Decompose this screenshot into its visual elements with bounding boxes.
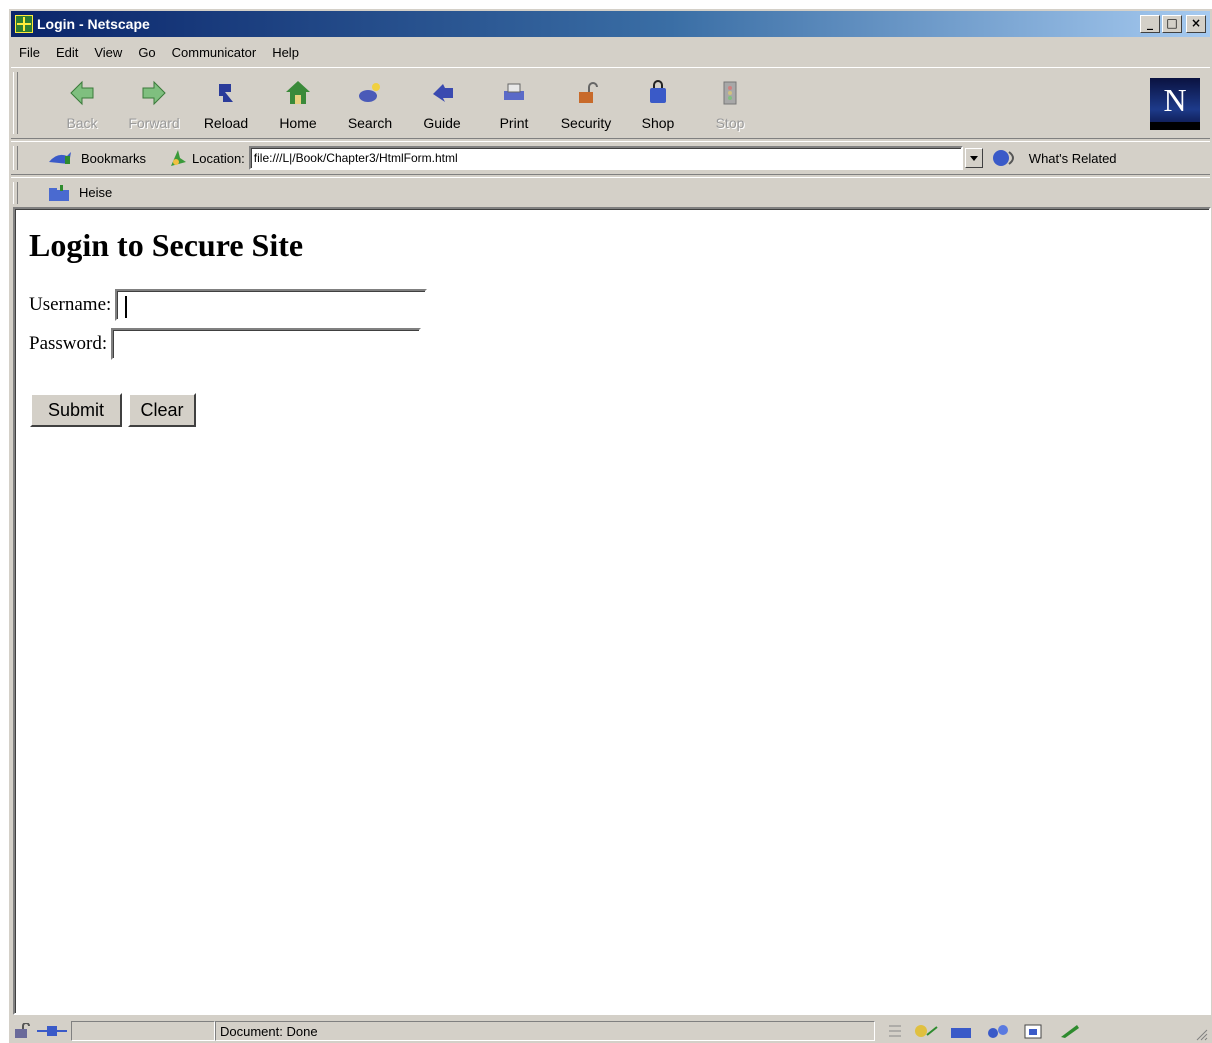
newsgroups-icon[interactable] (985, 1023, 1011, 1039)
page-heading: Login to Secure Site (29, 227, 304, 263)
online-connection-icon[interactable] (37, 1023, 67, 1039)
url-dropdown-button[interactable] (964, 148, 983, 168)
status-text: Document: Done (215, 1021, 875, 1041)
resize-grip-icon[interactable] (1196, 1029, 1208, 1041)
reload-label: Reload (203, 115, 249, 131)
menu-file[interactable]: File (11, 45, 48, 60)
menu-go[interactable]: Go (130, 45, 163, 60)
menu-communicator[interactable]: Communicator (164, 45, 265, 60)
mail-icon[interactable] (949, 1023, 975, 1039)
search-icon (359, 83, 380, 102)
home-button[interactable]: Home (262, 78, 334, 131)
location-toolbar: Bookmarks Location: file:///L|/Book/Chap… (11, 141, 1210, 175)
home-label: Home (279, 115, 317, 131)
security-label: Security (560, 115, 612, 131)
shop-bag-icon (650, 80, 666, 103)
guide-button[interactable]: Guide (406, 78, 478, 131)
search-button[interactable]: Search (334, 78, 406, 131)
address-book-icon[interactable] (1021, 1023, 1047, 1039)
menu-help[interactable]: Help (264, 45, 307, 60)
composer-icon[interactable] (1057, 1023, 1083, 1039)
shop-label: Shop (641, 115, 675, 131)
personal-toolbar: Heise (11, 177, 1210, 207)
submit-button[interactable]: Submit (30, 393, 122, 427)
reload-icon (219, 84, 233, 102)
password-row: Password: (29, 328, 422, 360)
netscape-app-icon (15, 15, 33, 33)
forward-label: Forward (128, 115, 180, 131)
print-icon (504, 83, 524, 100)
print-button[interactable]: Print (478, 78, 550, 131)
status-bar: Document: Done (11, 1019, 1210, 1043)
title-bar: Login - Netscape _ □ × (11, 11, 1210, 37)
stop-button[interactable]: Stop (694, 78, 766, 131)
guide-label: Guide (423, 115, 461, 131)
back-arrow-icon (70, 80, 94, 106)
location-page-icon[interactable] (168, 148, 188, 168)
stop-icon (723, 81, 737, 105)
page-content: Login to Secure Site Username: Password:… (13, 207, 1211, 1015)
username-row: Username: (29, 289, 428, 321)
password-input[interactable] (111, 328, 422, 360)
personal-grip[interactable] (13, 182, 18, 204)
bookmark-folder-icon[interactable] (47, 184, 71, 202)
menu-bar: File Edit View Go Communicator Help (11, 40, 1210, 64)
back-button[interactable]: Back (46, 78, 118, 131)
maximize-button[interactable]: □ (1162, 15, 1182, 33)
search-label: Search (347, 115, 393, 131)
username-input[interactable] (115, 289, 428, 321)
security-button[interactable]: Security (550, 78, 622, 131)
menu-edit[interactable]: Edit (48, 45, 86, 60)
url-input[interactable]: file:///L|/Book/Chapter3/HtmlForm.html (248, 146, 963, 170)
security-status-icon[interactable] (13, 1023, 33, 1039)
forward-arrow-icon (142, 80, 166, 106)
username-label: Username: (29, 294, 112, 315)
heise-bookmark[interactable]: Heise (79, 185, 112, 200)
whats-related-button[interactable]: What's Related (1029, 151, 1117, 166)
stop-label: Stop (715, 115, 745, 131)
component-drag-icon[interactable] (887, 1023, 903, 1039)
bookmarks-icon[interactable] (47, 148, 73, 168)
back-label: Back (66, 115, 98, 131)
close-button[interactable]: × (1186, 15, 1206, 33)
forward-button[interactable]: Forward (118, 78, 190, 131)
print-label: Print (499, 115, 529, 131)
navigation-toolbar: Back Forward Reload Home Search Guide Pr… (11, 67, 1210, 139)
progress-bar (71, 1021, 215, 1041)
minimize-button[interactable]: _ (1140, 15, 1160, 33)
browser-window: Login - Netscape _ □ × File Edit View Go… (8, 8, 1212, 1043)
text-caret (125, 296, 128, 318)
home-icon (286, 81, 310, 104)
menu-view[interactable]: View (86, 45, 130, 60)
password-label: Password: (29, 333, 108, 354)
component-bar (887, 1023, 1083, 1039)
whats-related-icon[interactable] (991, 148, 1025, 168)
clear-button[interactable]: Clear (128, 393, 196, 427)
toolbar-grip[interactable] (13, 72, 18, 134)
shop-button[interactable]: Shop (622, 78, 694, 131)
guide-icon (433, 84, 453, 102)
reload-button[interactable]: Reload (190, 78, 262, 131)
security-lock-icon (579, 82, 598, 103)
location-label: Location: (192, 150, 245, 166)
location-grip[interactable] (13, 146, 18, 170)
netscape-logo[interactable]: N (1150, 78, 1200, 130)
navigator-icon[interactable] (913, 1023, 939, 1039)
window-title: Login - Netscape (37, 16, 150, 32)
bookmarks-button[interactable]: Bookmarks (81, 151, 146, 166)
